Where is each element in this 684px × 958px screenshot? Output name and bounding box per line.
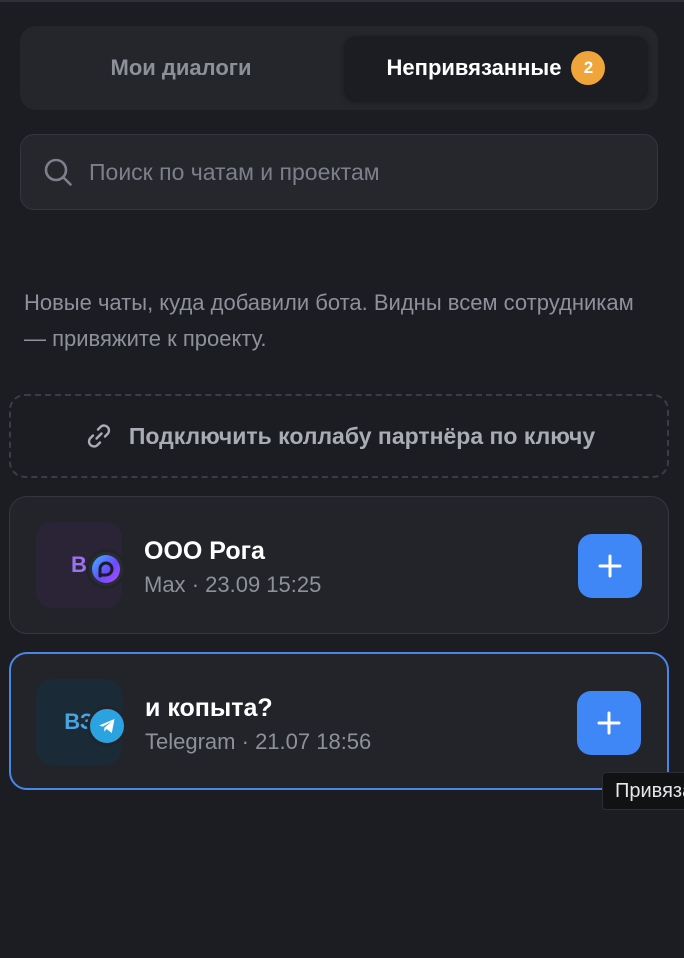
tab-switcher: Мои диалоги Непривязанные 2 <box>20 26 658 110</box>
max-icon <box>86 549 126 589</box>
meta-separator: · <box>241 729 249 754</box>
tab-unbound-label: Непривязанные <box>386 55 562 80</box>
plus-icon <box>597 711 621 735</box>
plus-icon <box>598 554 622 578</box>
chat-date: 23.09 15:25 <box>205 572 322 597</box>
unbound-count-badge: 2 <box>571 51 606 85</box>
chat-messenger: Telegram <box>145 729 236 754</box>
tab-my-dialogs-label: Мои диалоги <box>110 55 252 80</box>
chat-title: ООО Рога <box>144 537 265 565</box>
unbound-hint-text: Новые чаты, куда добавили бота. Видны вс… <box>24 290 634 351</box>
chat-card[interactable]: В ООО Рога Max · 23.09 15:25 <box>9 496 669 634</box>
search-input[interactable] <box>89 158 629 186</box>
avatar-initials: В <box>71 552 87 577</box>
chat-messenger: Max <box>144 572 186 597</box>
meta-separator: · <box>191 572 200 597</box>
chat-meta: Max · 23.09 15:25 <box>144 572 321 598</box>
top-divider <box>0 0 684 2</box>
tab-unbound[interactable]: Непривязанные 2 <box>344 36 648 100</box>
chat-title: и копыта? <box>145 694 273 722</box>
search-icon <box>44 158 72 186</box>
connect-partner-collab-button[interactable]: Подключить коллабу партнёра по ключу <box>9 394 669 478</box>
bind-chat-button[interactable] <box>578 534 642 598</box>
link-icon <box>87 424 110 448</box>
tab-my-dialogs[interactable]: Мои диалоги <box>30 36 332 100</box>
search-box <box>20 134 658 210</box>
chat-card[interactable]: ВЗ и копыта? Telegram · 21.07 18:56 <box>9 652 669 790</box>
bind-chat-button[interactable] <box>577 691 641 755</box>
connect-partner-collab-label: Подключить коллабу партнёра по ключу <box>128 422 596 449</box>
chat-date: 21.07 18:56 <box>255 729 372 754</box>
chat-meta: Telegram · 21.07 18:56 <box>145 729 371 755</box>
telegram-icon <box>87 706 127 746</box>
